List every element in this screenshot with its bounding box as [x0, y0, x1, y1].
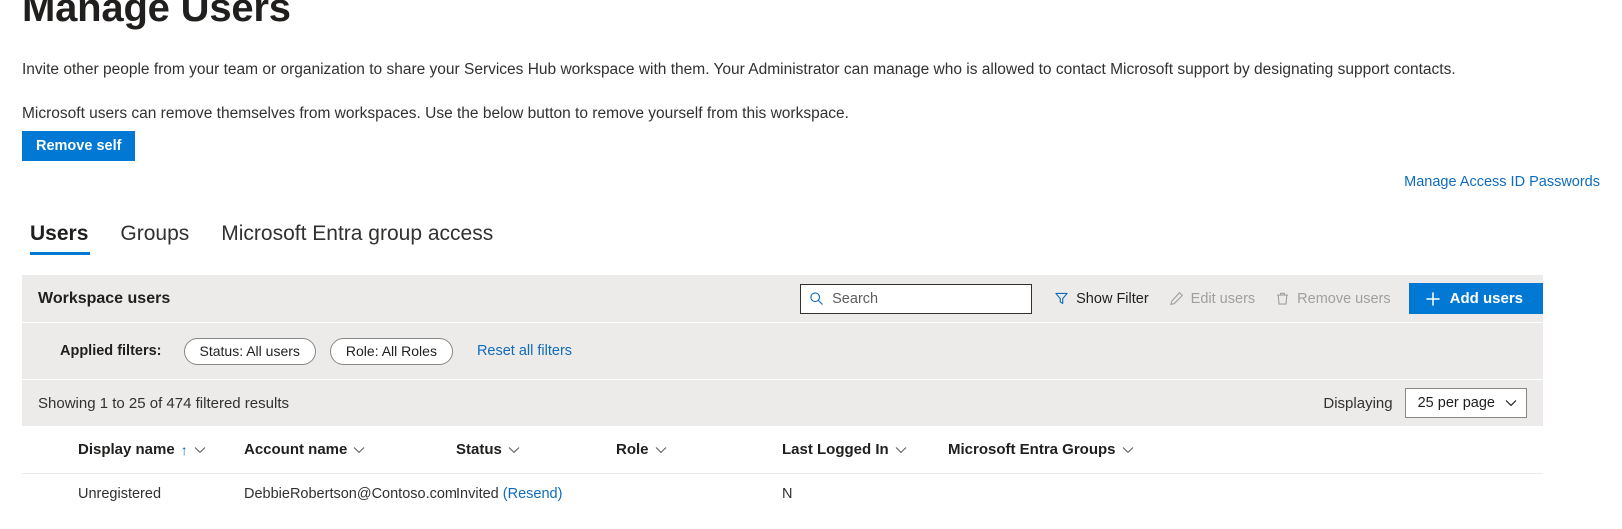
intro-paragraph-2: Microsoft users can remove themselves fr…	[22, 105, 849, 122]
page-size-select[interactable]: 25 per page	[1404, 388, 1527, 418]
panel-title: Workspace users	[38, 289, 171, 307]
trash-icon	[1275, 291, 1290, 306]
workspace-users-panel: Workspace users Show Filter	[22, 275, 1543, 514]
page-size-value: 25 per page	[1417, 395, 1495, 411]
filter-pill-role[interactable]: Role: All Roles	[329, 337, 453, 365]
column-header-role-label: Role	[616, 441, 649, 458]
column-header-microsoft-entra-groups-label: Microsoft Entra Groups	[948, 441, 1116, 458]
displaying-label: Displaying	[1323, 394, 1393, 412]
show-filter-label: Show Filter	[1076, 290, 1149, 307]
resend-invite-link[interactable]: (Resend)	[503, 486, 563, 502]
reset-all-filters-link[interactable]: Reset all filters	[477, 343, 572, 359]
results-summary-row: Showing 1 to 25 of 474 filtered results …	[22, 379, 1543, 426]
showing-results-text: Showing 1 to 25 of 474 filtered results	[38, 394, 289, 412]
column-header-account-name[interactable]: Account name	[244, 441, 456, 458]
tab-bar: Users Groups Microsoft Entra group acces…	[22, 222, 509, 255]
sort-ascending-icon: ↑	[180, 441, 188, 458]
panel-toolbar: Workspace users Show Filter	[22, 275, 1543, 322]
status-text: Invited	[456, 486, 499, 502]
pencil-icon	[1169, 291, 1184, 306]
cell-account-name: DebbieRobertson@Contoso.com	[244, 486, 456, 502]
edit-users-label: Edit users	[1190, 290, 1256, 307]
search-box[interactable]	[800, 283, 1033, 314]
applied-filters-row: Applied filters: Status: All users Role:…	[22, 322, 1543, 379]
applied-filters-label: Applied filters:	[60, 343, 162, 359]
column-header-account-name-label: Account name	[244, 441, 348, 458]
column-header-last-logged-in-label: Last Logged In	[782, 441, 889, 458]
show-filter-button[interactable]: Show Filter	[1044, 283, 1159, 315]
chevron-down-icon	[895, 446, 907, 454]
search-input[interactable]	[824, 289, 1024, 308]
filter-icon	[1054, 291, 1069, 306]
remove-self-button[interactable]: Remove self	[22, 131, 136, 161]
chevron-down-icon	[1505, 399, 1517, 407]
users-table: Display name ↑ Account name Status Role	[22, 426, 1543, 514]
column-header-microsoft-entra-groups[interactable]: Microsoft Entra Groups	[948, 441, 1248, 458]
cell-last-logged-in: N	[782, 486, 793, 502]
column-header-status[interactable]: Status	[456, 441, 616, 458]
toolbar-actions: Show Filter Edit users Remove users	[800, 275, 1543, 322]
column-header-display-name-label: Display name	[78, 441, 175, 458]
add-users-button[interactable]: Add users	[1408, 283, 1543, 314]
column-header-role[interactable]: Role	[616, 441, 782, 458]
chevron-down-icon	[353, 446, 365, 454]
search-icon	[809, 291, 824, 306]
remove-users-button: Remove users	[1265, 283, 1400, 315]
chevron-down-icon	[1122, 446, 1134, 454]
page-size-control: Displaying 25 per page	[1323, 388, 1527, 418]
filter-pill-status[interactable]: Status: All users	[183, 337, 316, 365]
table-header-row: Display name ↑ Account name Status Role	[22, 426, 1543, 474]
column-header-status-label: Status	[456, 441, 502, 458]
chevron-down-icon	[194, 446, 206, 454]
add-users-label: Add users	[1449, 290, 1523, 307]
plus-icon	[1425, 291, 1441, 307]
tab-microsoft-entra-group-access[interactable]: Microsoft Entra group access	[205, 222, 509, 255]
manage-access-id-passwords-link[interactable]: Manage Access ID Passwords	[1404, 174, 1600, 190]
remove-users-label: Remove users	[1297, 290, 1391, 307]
intro-paragraph-1: Invite other people from your team or or…	[22, 61, 1456, 78]
table-row[interactable]: Unregistered DebbieRobertson@Contoso.com…	[22, 474, 1543, 514]
column-header-last-logged-in[interactable]: Last Logged In	[782, 441, 948, 458]
cell-status: Invited (Resend)	[456, 486, 616, 502]
cell-display-name: Unregistered	[78, 486, 162, 502]
edit-users-button: Edit users	[1159, 283, 1265, 315]
chevron-down-icon	[655, 446, 667, 454]
tab-groups[interactable]: Groups	[104, 222, 205, 255]
column-header-display-name[interactable]: Display name ↑	[78, 441, 244, 458]
chevron-down-icon	[508, 446, 520, 454]
page-title: Manage Users	[22, 0, 291, 30]
tab-users[interactable]: Users	[22, 222, 104, 255]
